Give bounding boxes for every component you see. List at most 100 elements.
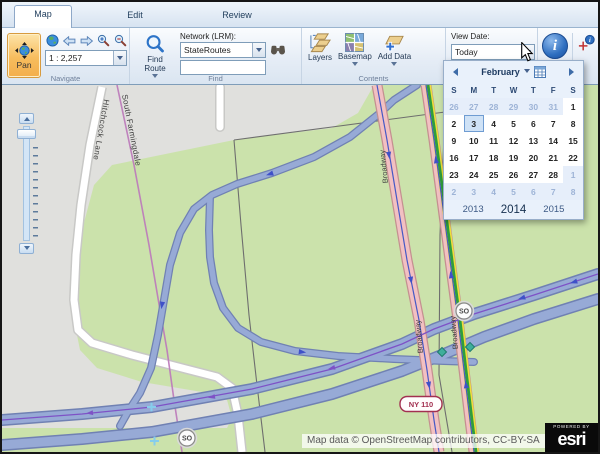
calendar-day-cell[interactable]: 23 <box>444 166 464 183</box>
calendar-day-cell[interactable]: 10 <box>464 132 484 149</box>
scale-input[interactable]: 1 : 2,257 <box>46 51 113 65</box>
layers-button[interactable]: Layers <box>308 32 332 62</box>
today-grid-button[interactable] <box>534 66 546 78</box>
contents-group-label: Contents <box>302 74 445 83</box>
zoom-slider-handle[interactable] <box>17 129 36 139</box>
calendar-day-cell[interactable]: 7 <box>543 115 563 132</box>
calendar-day-cell[interactable]: 11 <box>484 132 504 149</box>
scale-dropdown-button[interactable] <box>113 51 126 65</box>
calendar-day-cell[interactable]: 29 <box>504 98 524 115</box>
calendar-day-cell[interactable]: 26 <box>504 166 524 183</box>
calendar-day-cell[interactable]: 1 <box>563 166 583 183</box>
calendar-month-select[interactable]: February <box>481 67 520 77</box>
calendar-day-cell[interactable]: 3 <box>464 183 484 200</box>
pan-button[interactable]: Pan <box>7 33 41 78</box>
tab-edit[interactable]: Edit <box>106 7 164 27</box>
tab-review[interactable]: Review <box>206 7 268 27</box>
calendar-day-cell[interactable]: 18 <box>484 149 504 166</box>
zoom-slider-track[interactable] <box>23 126 30 241</box>
calendar-day-cell[interactable]: 3 <box>464 115 484 132</box>
calendar-day-cell[interactable]: 28 <box>543 166 563 183</box>
chevron-down-icon <box>256 48 262 55</box>
zoom-out-button[interactable] <box>113 33 128 48</box>
calendar-year[interactable]: 2013 <box>463 204 484 215</box>
identify-point-button[interactable]: i <box>577 33 596 53</box>
next-month-button[interactable] <box>569 68 578 76</box>
calendar-day-cell[interactable]: 12 <box>504 132 524 149</box>
calendar-day-cell[interactable]: 19 <box>504 149 524 166</box>
view-date-input[interactable]: Today <box>452 45 521 59</box>
find-route-label: Find Route <box>140 55 170 73</box>
add-data-label: Add Data <box>378 52 411 61</box>
calendar-day-cell[interactable]: 30 <box>523 98 543 115</box>
svg-text:SO: SO <box>182 436 193 443</box>
calendar-day-cell[interactable]: 6 <box>523 183 543 200</box>
calendar-day-cell[interactable]: 5 <box>504 183 524 200</box>
calendar-day-cell[interactable]: 15 <box>563 132 583 149</box>
chevron-down-icon <box>524 69 530 76</box>
previous-month-button[interactable] <box>449 68 458 76</box>
calendar-day-cell[interactable]: 16 <box>444 149 464 166</box>
add-data-icon <box>383 33 406 52</box>
full-extent-button[interactable] <box>45 33 60 48</box>
binoculars-icon[interactable] <box>270 44 286 57</box>
network-dropdown-button[interactable] <box>252 43 265 57</box>
zoom-slider-ticks <box>33 147 38 240</box>
route-input[interactable] <box>180 60 266 75</box>
svg-text:SO: SO <box>459 309 470 316</box>
calendar-day-cell[interactable]: 27 <box>464 98 484 115</box>
contents-group: Layers Basemap <box>302 28 446 84</box>
mouse-cursor <box>520 42 534 62</box>
calendar-day-cell[interactable]: 28 <box>484 98 504 115</box>
view-date-label: View Date: <box>451 32 490 41</box>
next-extent-button[interactable] <box>79 33 94 48</box>
calendar-day-cell[interactable]: 27 <box>523 166 543 183</box>
pan-label: Pan <box>16 60 31 70</box>
zoom-slider-down-button[interactable] <box>19 243 34 254</box>
calendar-day-cell[interactable]: 6 <box>523 115 543 132</box>
basemap-button[interactable]: Basemap <box>338 32 372 69</box>
application-window: Map Edit Review Pan <box>0 0 600 454</box>
calendar-day-cell[interactable]: 2 <box>444 183 464 200</box>
calendar-day-cell[interactable]: 20 <box>523 149 543 166</box>
calendar-day-cell[interactable]: 2 <box>444 115 464 132</box>
zoom-slider <box>17 113 43 255</box>
chevron-down-icon <box>117 56 123 63</box>
calendar-day-cell[interactable]: 13 <box>523 132 543 149</box>
calendar-day-cell[interactable]: 1 <box>563 98 583 115</box>
calendar-day-cell[interactable]: 4 <box>484 115 504 132</box>
calendar-day-cell[interactable]: 17 <box>464 149 484 166</box>
previous-extent-button[interactable] <box>62 33 77 48</box>
network-select[interactable]: StateRoutes <box>181 43 252 57</box>
calendar-day-cell[interactable]: 9 <box>444 132 464 149</box>
parkway-shield: SO <box>455 302 474 321</box>
zoom-slider-up-button[interactable] <box>19 113 34 124</box>
zoom-in-button[interactable] <box>96 33 111 48</box>
calendar-day-cell[interactable]: 14 <box>543 132 563 149</box>
calendar-day-cell[interactable]: 4 <box>484 183 504 200</box>
add-data-button[interactable]: Add Data <box>378 32 411 69</box>
calendar-day-cell[interactable]: 21 <box>543 149 563 166</box>
info-button[interactable]: i <box>542 33 568 59</box>
calendar-year[interactable]: 2015 <box>543 204 564 215</box>
ny110-shield: NY 110 <box>400 397 442 412</box>
svg-text:NY 110: NY 110 <box>409 400 433 409</box>
tab-map[interactable]: Map <box>14 5 72 28</box>
map-attribution: Map data © OpenStreetMap contributors, C… <box>302 434 545 448</box>
esri-logo: POWERED BY esri <box>545 423 598 452</box>
calendar-day-cell[interactable]: 31 <box>543 98 563 115</box>
calendar-day-cell[interactable]: 25 <box>484 166 504 183</box>
calendar-day-cell[interactable]: 26 <box>444 98 464 115</box>
navigate-controls: 1 : 2,257 <box>45 32 129 66</box>
chevron-down-icon <box>24 246 30 253</box>
calendar-popup: February SMTWTFS262728293031123456789101… <box>443 60 584 220</box>
calendar-day-cell[interactable]: 7 <box>543 183 563 200</box>
calendar-day-cell[interactable]: 24 <box>464 166 484 183</box>
calendar-day-cell[interactable]: 8 <box>563 115 583 132</box>
calendar-day-cell[interactable]: 8 <box>563 183 583 200</box>
calendar-day-cell[interactable]: 5 <box>504 115 524 132</box>
calendar-day-cell[interactable]: 22 <box>563 149 583 166</box>
calendar-day-header: S <box>563 83 583 98</box>
calendar-day-header: S <box>444 83 464 98</box>
calendar-year[interactable]: 2014 <box>501 204 527 216</box>
